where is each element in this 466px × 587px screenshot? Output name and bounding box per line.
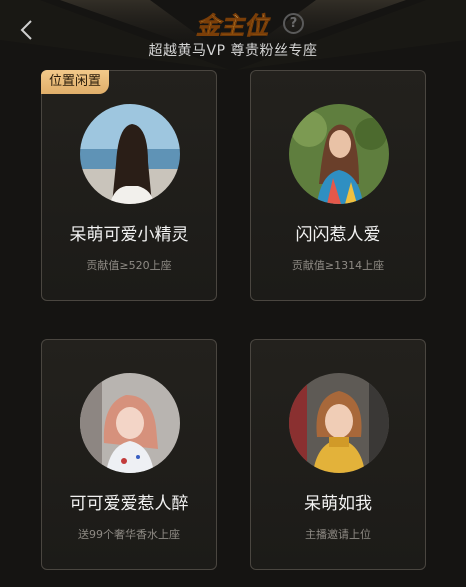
seat-card-4[interactable]: 呆萌如我 主播邀请上位 (250, 339, 426, 570)
avatar-girl-colorful-dress (289, 104, 389, 204)
seat-requirement: 主播邀请上位 (305, 528, 371, 541)
title-text: 金主位 (196, 12, 271, 40)
seat-name: 呆萌可爱小精灵 (69, 225, 189, 245)
help-icon[interactable]: ? (283, 13, 304, 34)
title-logo: 金主位 (196, 12, 272, 41)
seat-card-2[interactable]: 闪闪惹人爱 贡献值≥1314上座 (250, 70, 426, 301)
seat-card-3[interactable]: 可可爱爱惹人醉 送99个奢华香水上座 (41, 339, 217, 570)
avatar (80, 373, 180, 473)
page-subtitle: 超越黄马VP 尊贵粉丝专座 (148, 43, 318, 59)
avatar-girl-pink-hair (80, 373, 180, 473)
avatar (80, 104, 180, 204)
seat-requirement: 贡献值≥520上座 (86, 259, 172, 272)
seat-requirement: 送99个奢华香水上座 (78, 528, 180, 541)
seat-name: 闪闪惹人爱 (295, 225, 381, 245)
avatar-girl-long-hair-sea (80, 104, 180, 204)
seat-name: 呆萌如我 (304, 494, 372, 514)
avatar-girl-yellow-sweater (289, 373, 389, 473)
seat-requirement: 贡献值≥1314上座 (291, 259, 385, 272)
seat-status-badge: 位置闲置 (41, 70, 110, 94)
avatar (289, 104, 389, 204)
chevron-left-icon (20, 20, 32, 40)
seat-card-1[interactable]: 位置闲置 呆萌可爱小精灵 贡献值≥520上座 (41, 70, 217, 301)
seat-name: 可可爱爱惹人醉 (69, 494, 189, 514)
avatar (289, 373, 389, 473)
